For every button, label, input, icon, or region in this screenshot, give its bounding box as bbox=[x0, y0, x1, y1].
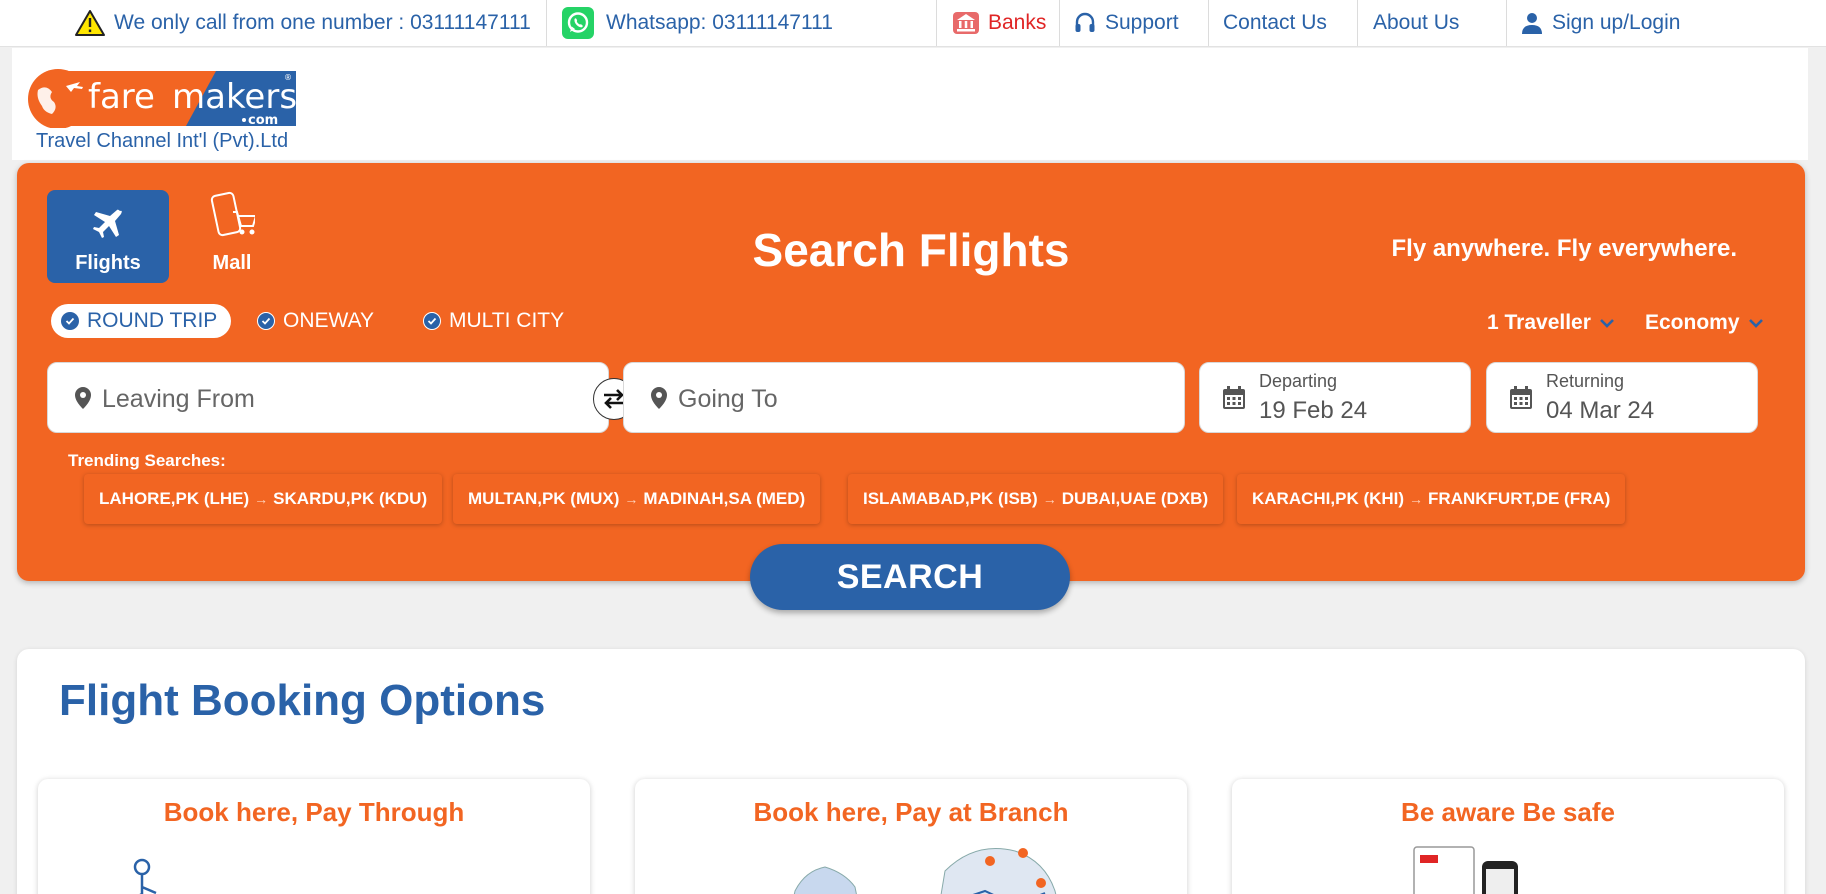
trending-label: Trending Searches: bbox=[68, 451, 226, 470]
card-title: Be aware Be safe bbox=[1401, 797, 1615, 827]
chevron-down-icon bbox=[1748, 319, 1763, 328]
logo-suffix: com bbox=[248, 113, 278, 128]
trending-to: DUBAI,UAE (DXB) bbox=[1061, 489, 1209, 508]
logo-word-fare: fare bbox=[88, 77, 155, 117]
signin-link[interactable]: Sign up/Login bbox=[1520, 0, 1680, 46]
arrow-right-icon: → bbox=[624, 491, 639, 507]
registered-mark: ® bbox=[284, 73, 292, 82]
arrow-right-icon: → bbox=[1409, 491, 1424, 507]
trending-to: MADINAH,SA (MED) bbox=[643, 489, 806, 508]
header: fare makers com ® Travel Channel Int'l (… bbox=[12, 48, 1808, 160]
panel-slogan: Fly anywhere. Fly everywhere. bbox=[1391, 235, 1737, 262]
leaving-from-field[interactable]: Leaving From bbox=[47, 362, 609, 433]
departing-label: Departing bbox=[1259, 371, 1338, 391]
whatsapp-text: Whatsapp: 03111147111 bbox=[606, 11, 833, 34]
trending-to: SKARDU,PK (KDU) bbox=[273, 489, 428, 508]
returning-date-field[interactable]: Returning 04 Mar 24 bbox=[1486, 362, 1758, 433]
rider-icon bbox=[133, 858, 157, 894]
cabin-dropdown[interactable]: Economy bbox=[1645, 311, 1764, 335]
banks-link[interactable]: Banks bbox=[952, 0, 1046, 46]
cabin-value: Economy bbox=[1645, 311, 1740, 334]
signin-text: Sign up/Login bbox=[1552, 11, 1681, 34]
about-link[interactable]: About Us bbox=[1373, 0, 1459, 46]
company-tagline: Travel Channel Int'l (Pvt).Ltd bbox=[36, 130, 289, 152]
trip-round-trip-label: ROUND TRIP bbox=[87, 309, 218, 332]
user-icon bbox=[1522, 13, 1542, 34]
whatsapp-icon bbox=[562, 7, 594, 39]
trending-from: MULTAN,PK (MUX) bbox=[468, 489, 620, 508]
faremakers-logo[interactable]: fare makers com ® bbox=[26, 68, 298, 128]
departing-date-field[interactable]: Departing 19 Feb 24 bbox=[1199, 362, 1471, 433]
search-button[interactable]: SEARCH bbox=[750, 544, 1070, 610]
going-to-placeholder: Going To bbox=[678, 385, 778, 413]
top-bar: We only call from one number : 031111471… bbox=[0, 0, 1826, 47]
headset-icon bbox=[1075, 12, 1095, 32]
bank-icon bbox=[953, 12, 979, 34]
card-title: Book here, Pay at Branch bbox=[753, 797, 1069, 827]
location-pin-icon bbox=[651, 387, 667, 409]
trip-round-trip[interactable]: ROUND TRIP bbox=[51, 304, 232, 338]
trending-search-chip[interactable]: ISLAMABAD,PK (ISB) → DUBAI,UAE (DXB) bbox=[848, 474, 1224, 524]
trip-oneway[interactable]: ONEWAY bbox=[257, 304, 374, 338]
call-notice: We only call from one number : 031111471… bbox=[74, 0, 531, 46]
leaving-from-placeholder: Leaving From bbox=[102, 385, 255, 413]
contact-text: Contact Us bbox=[1223, 11, 1327, 34]
check-icon bbox=[423, 312, 441, 330]
branch-map-icon bbox=[793, 848, 1057, 894]
check-icon bbox=[61, 312, 79, 330]
phone-icon bbox=[1413, 846, 1518, 894]
returning-value: 04 Mar 24 bbox=[1546, 397, 1655, 424]
trending-from: ISLAMABAD,PK (ISB) bbox=[863, 489, 1038, 508]
pay-through-card[interactable]: Book here, Pay Through bbox=[38, 779, 590, 894]
card-title: Book here, Pay Through bbox=[163, 797, 465, 827]
check-icon bbox=[257, 312, 275, 330]
arrow-right-icon: → bbox=[1042, 491, 1057, 507]
location-pin-icon bbox=[75, 387, 91, 409]
about-text: About Us bbox=[1373, 11, 1460, 34]
traveller-dropdown[interactable]: 1 Traveller bbox=[1487, 311, 1615, 335]
chevron-down-icon bbox=[1600, 319, 1614, 328]
booking-options-section: Flight Booking Options Book here, Pay Th… bbox=[17, 649, 1805, 894]
pay-at-branch-card[interactable]: Book here, Pay at Branch bbox=[635, 779, 1187, 894]
booking-options-title: Flight Booking Options bbox=[59, 676, 546, 725]
calendar-icon bbox=[1223, 386, 1245, 409]
trending-from: LAHORE,PK (LHE) bbox=[99, 489, 250, 508]
banks-text: Banks bbox=[988, 11, 1047, 34]
call-notice-text: We only call from one number : 031111471… bbox=[114, 11, 531, 34]
arrow-right-icon: → bbox=[254, 491, 269, 507]
be-aware-card[interactable]: Be aware Be safe bbox=[1232, 779, 1784, 894]
support-link[interactable]: Support bbox=[1073, 0, 1179, 46]
trip-multi-city-label: MULTI CITY bbox=[449, 309, 565, 332]
trending-search-chip[interactable]: KARACHI,PK (KHI) → FRANKFURT,DE (FRA) bbox=[1237, 474, 1626, 524]
logo-word-makers: makers bbox=[172, 77, 297, 117]
trip-multi-city[interactable]: MULTI CITY bbox=[423, 304, 564, 338]
trip-oneway-label: ONEWAY bbox=[283, 309, 375, 332]
contact-link[interactable]: Contact Us bbox=[1223, 0, 1327, 46]
whatsapp-link[interactable]: Whatsapp: 03111147111 bbox=[562, 0, 833, 46]
trending-search-chip[interactable]: MULTAN,PK (MUX) → MADINAH,SA (MED) bbox=[453, 474, 821, 524]
trending-to: FRANKFURT,DE (FRA) bbox=[1428, 489, 1611, 508]
support-text: Support bbox=[1105, 11, 1179, 34]
warning-icon bbox=[75, 10, 105, 36]
going-to-field[interactable]: Going To bbox=[623, 362, 1185, 433]
returning-label: Returning bbox=[1546, 371, 1625, 391]
trending-search-chip[interactable]: LAHORE,PK (LHE) → SKARDU,PK (KDU) bbox=[84, 474, 443, 524]
calendar-icon bbox=[1510, 386, 1532, 409]
traveller-value: 1 Traveller bbox=[1487, 311, 1591, 334]
departing-value: 19 Feb 24 bbox=[1259, 397, 1368, 424]
trending-from: KARACHI,PK (KHI) bbox=[1252, 489, 1405, 508]
flight-search-panel: Flights Mall Search Flights Fly anywhere… bbox=[17, 163, 1805, 581]
